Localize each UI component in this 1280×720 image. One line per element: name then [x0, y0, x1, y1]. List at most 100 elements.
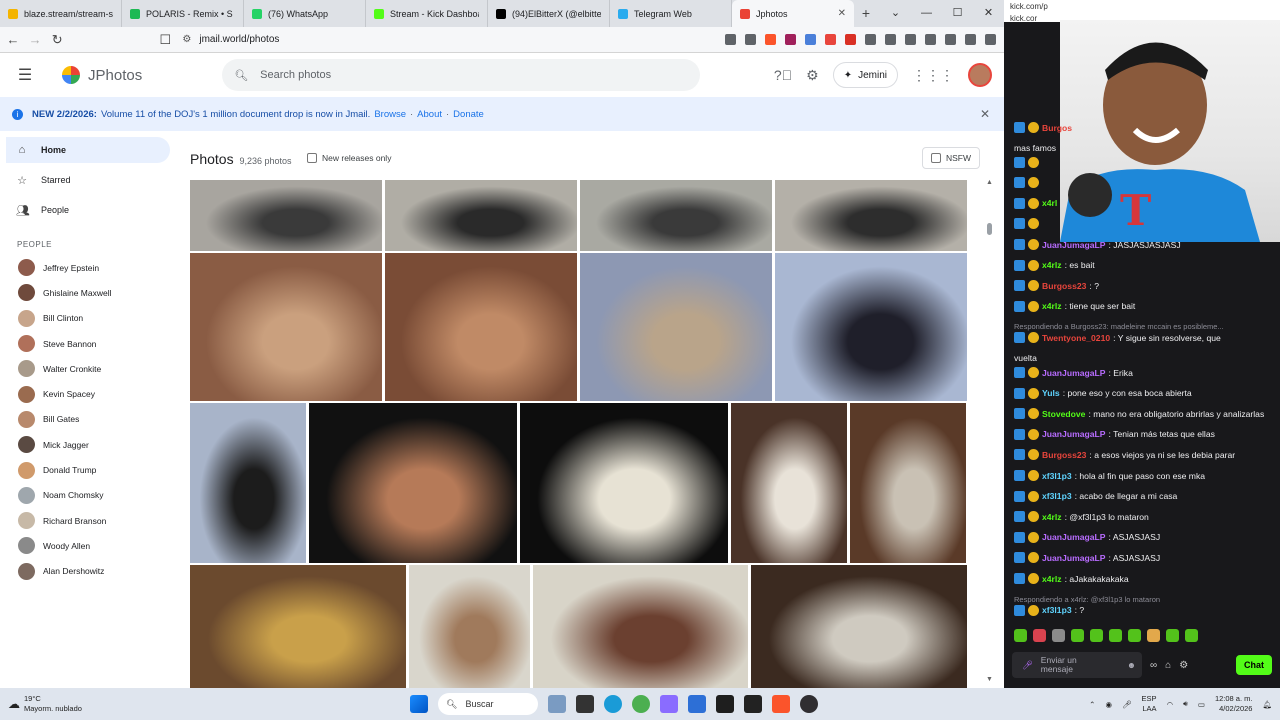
settings-gear-icon[interactable]: ⚙	[806, 67, 819, 84]
taskbar-search[interactable]: 🔍︎ Buscar	[438, 693, 538, 715]
forward-icon[interactable]: →	[26, 32, 44, 47]
leo-icon[interactable]	[945, 34, 957, 45]
emote-icon[interactable]	[1033, 629, 1046, 642]
edge-icon[interactable]	[604, 695, 622, 713]
sidebar-item-starred[interactable]: ☆ Starred	[6, 167, 170, 193]
extension-icon[interactable]	[805, 34, 817, 45]
scrollbar-thumb[interactable]	[987, 223, 992, 235]
emote-icon[interactable]	[1052, 629, 1065, 642]
chevron-up-icon[interactable]: ⌃	[1089, 700, 1095, 709]
photo-thumbnail[interactable]	[580, 253, 772, 401]
photo-thumbnail[interactable]	[190, 180, 382, 251]
photo-thumbnail[interactable]	[533, 565, 748, 688]
close-window-icon[interactable]: ✕	[973, 0, 1004, 27]
mic-icon[interactable]: 🎤︎	[1122, 700, 1132, 709]
terminal-icon[interactable]	[576, 695, 594, 713]
person-item[interactable]: Walter Cronkite	[0, 356, 180, 381]
tab-search-icon[interactable]: ⌄	[880, 0, 911, 27]
emote-icon[interactable]	[1109, 629, 1122, 642]
emote-icon[interactable]	[1014, 629, 1027, 642]
chat-settings-icon[interactable]: ⚙	[1179, 660, 1188, 671]
help-icon[interactable]: ?⃝	[774, 67, 792, 83]
photo-thumbnail[interactable]	[190, 565, 406, 688]
chat-tools-icon[interactable]: ∞	[1150, 660, 1157, 671]
chat-username[interactable]: JuanJumagaLP	[1042, 240, 1106, 250]
wallet-icon[interactable]	[925, 34, 937, 45]
maximize-icon[interactable]: ☐	[942, 0, 973, 27]
person-item[interactable]: Woody Allen	[0, 533, 180, 558]
clock[interactable]: 12:08 a. m. 4/02/2026	[1215, 694, 1253, 714]
copilot-icon[interactable]	[660, 695, 678, 713]
chat-username[interactable]: xf3l1p3	[1042, 605, 1072, 615]
wifi-icon[interactable]: ◠	[1167, 700, 1174, 709]
extension-icon[interactable]	[885, 34, 897, 45]
person-item[interactable]: Mick Jagger	[0, 432, 180, 457]
notification-icon[interactable]: 🔔︎	[1262, 700, 1272, 709]
extension-icon[interactable]	[845, 34, 857, 45]
browser-tab[interactable]: blaze.stream/stream-sett	[0, 0, 122, 27]
chat-username[interactable]: Burgoss23	[1042, 450, 1086, 460]
chrome-icon[interactable]	[632, 695, 650, 713]
person-item[interactable]: Ghislaine Maxwell	[0, 280, 180, 305]
browser-tab[interactable]: Telegram Web	[610, 0, 732, 27]
banner-link-browse[interactable]: Browse	[374, 109, 406, 120]
windows-start-icon[interactable]	[410, 695, 428, 713]
emote-icon[interactable]	[1128, 629, 1141, 642]
photo-thumbnail[interactable]	[731, 403, 847, 563]
person-item[interactable]: Bill Clinton	[0, 306, 180, 331]
chat-username[interactable]: x4rlz	[1042, 301, 1062, 311]
emote-icon[interactable]	[1090, 629, 1103, 642]
photo-thumbnail[interactable]	[385, 180, 577, 251]
browser-tab[interactable]: POLARIS - Remix • S	[122, 0, 244, 27]
menu-icon[interactable]	[985, 34, 997, 45]
photo-thumbnail[interactable]	[751, 565, 967, 688]
photo-thumbnail[interactable]	[190, 403, 306, 563]
weather-widget[interactable]: ☁ 19°C Mayorm. nublado	[0, 694, 82, 714]
chat-username[interactable]: JuanJumagaLP	[1042, 429, 1106, 439]
extension-icon[interactable]	[865, 34, 877, 45]
sidebar-item-people[interactable]: 👥︎ People	[6, 197, 170, 223]
new-tab-icon[interactable]: +	[854, 0, 878, 27]
search-input[interactable]: Search photos	[260, 69, 331, 81]
photo-thumbnail[interactable]	[190, 253, 382, 401]
jemini-button[interactable]: ✦ Jemini	[832, 62, 898, 88]
photo-thumbnail[interactable]	[775, 180, 967, 251]
close-tab-icon[interactable]: ✕	[838, 8, 846, 19]
emoji-icon[interactable]: ☻	[1127, 660, 1136, 670]
sidebar-item-home[interactable]: ⌂ Home	[6, 137, 170, 163]
chat-username[interactable]: Yuls	[1042, 388, 1060, 398]
user-avatar[interactable]	[968, 63, 992, 87]
person-item[interactable]: Jeffrey Epstein	[0, 255, 180, 280]
person-item[interactable]: Steve Bannon	[0, 331, 180, 356]
chat-input[interactable]: 🎤︎ Enviar un mensaje ☻	[1012, 652, 1142, 678]
widget-icon[interactable]	[548, 695, 566, 713]
brave-shield-icon[interactable]	[765, 34, 777, 45]
chat-username[interactable]: JuanJumagaLP	[1042, 532, 1106, 542]
browser-tab[interactable]: Jphotos ✕	[732, 0, 854, 27]
chat-username[interactable]: JuanJumagaLP	[1042, 368, 1106, 378]
chat-username[interactable]: Burgos	[1042, 123, 1072, 133]
scroll-down-icon[interactable]: ▼	[986, 676, 993, 683]
url-field[interactable]: ⚙ jmail.world/photos	[182, 30, 725, 50]
person-item[interactable]: Donald Trump	[0, 457, 180, 482]
store-icon[interactable]	[688, 695, 706, 713]
browser-tab[interactable]: (94)ElBitterX (@elbitterx	[488, 0, 610, 27]
minimize-icon[interactable]: —	[911, 0, 942, 27]
chat-username[interactable]: Stovedove	[1042, 409, 1085, 419]
photo-thumbnail[interactable]	[520, 403, 728, 563]
chat-username[interactable]: Twentyone_0210	[1042, 333, 1110, 343]
scroll-up-icon[interactable]: ▲	[986, 179, 993, 186]
search-bar[interactable]: 🔍︎ Search photos	[222, 59, 701, 91]
extension-icon[interactable]	[745, 34, 757, 45]
banner-link-donate[interactable]: Donate	[453, 109, 484, 120]
language-indicator[interactable]: ESP LAA	[1142, 694, 1157, 714]
person-item[interactable]: Noam Chomsky	[0, 483, 180, 508]
photo-thumbnail[interactable]	[409, 565, 530, 688]
site-settings-icon[interactable]: ⚙	[182, 34, 191, 45]
bookmark-icon[interactable]: ☐	[156, 32, 174, 48]
back-icon[interactable]: ←	[4, 32, 22, 47]
vpn-icon[interactable]	[965, 34, 977, 45]
person-item[interactable]: Bill Gates	[0, 407, 180, 432]
volume-icon[interactable]: 🔊︎	[1183, 699, 1188, 709]
chat-username[interactable]: JuanJumagaLP	[1042, 553, 1106, 563]
